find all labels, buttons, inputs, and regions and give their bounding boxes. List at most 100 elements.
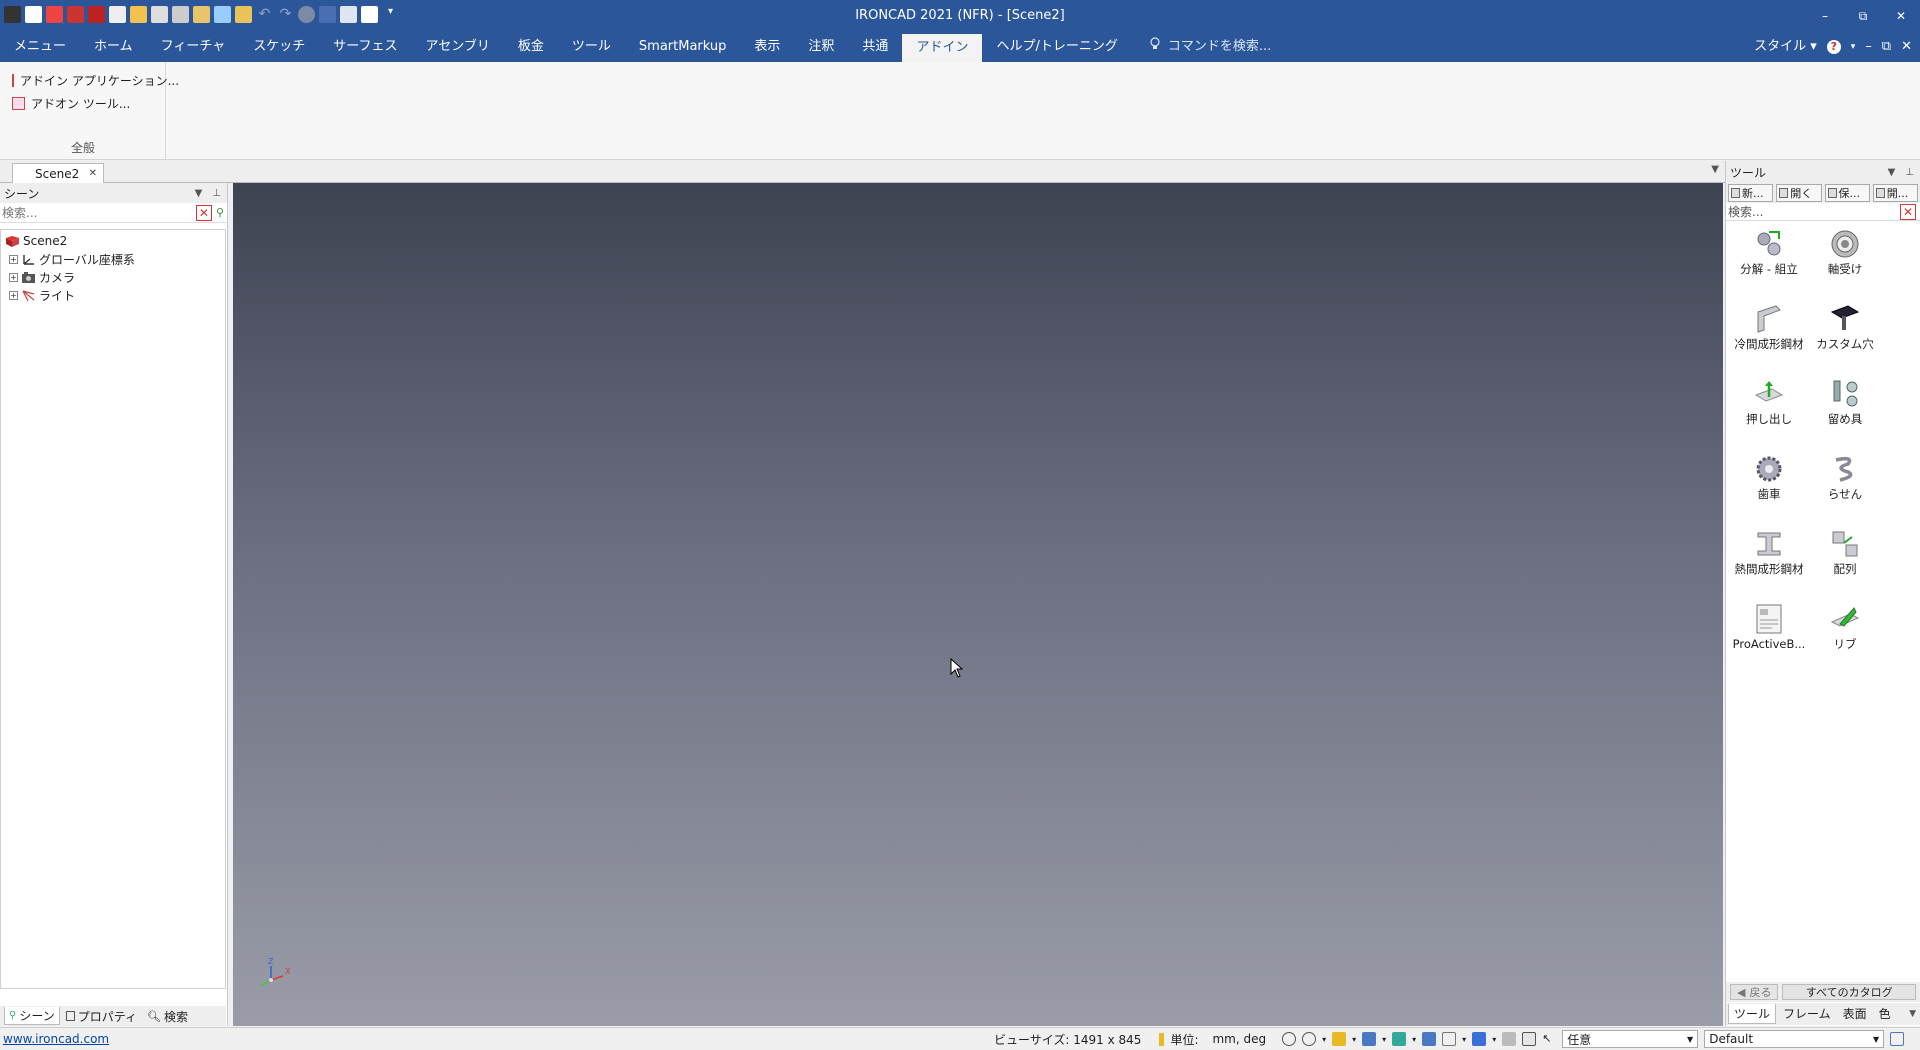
tab-surface[interactable]: サーフェス (319, 32, 411, 62)
help-dropdown-icon[interactable]: ▾ (1851, 32, 1856, 62)
scene-search-input[interactable] (0, 203, 196, 222)
document-tab-scene2[interactable]: Scene2 ✕ (12, 163, 104, 183)
tool-bearing[interactable]: 軸受け (1808, 227, 1882, 302)
back-button[interactable]: ◀ 戻る (1730, 984, 1779, 1000)
ribbon-right-controls: スタイル ▾ ? ▾ – ⧉ ✕ (1754, 32, 1912, 62)
minimize-button[interactable]: – (1806, 0, 1844, 32)
view-cube-dropdown-icon[interactable]: ▾ (1382, 1035, 1386, 1044)
pan-hand-icon[interactable] (1502, 1032, 1517, 1046)
style-menu[interactable]: スタイル ▾ (1754, 32, 1817, 62)
selection-filter-icon[interactable]: ↖ (1542, 1032, 1556, 1046)
tool-helix[interactable]: らせん (1808, 452, 1882, 527)
tool-cold-formed-steel[interactable]: 冷間成形鋼材 (1732, 302, 1806, 377)
measure-icon[interactable] (1442, 1032, 1457, 1046)
tab-sketch[interactable]: スケッチ (239, 32, 319, 62)
style-select[interactable]: Default ▼ (1704, 1030, 1885, 1048)
tool-gear[interactable]: 歯車 (1732, 452, 1806, 527)
tool-explode-assemble[interactable]: 分解 - 組立 (1732, 227, 1806, 302)
zoom-dropdown-icon[interactable]: ▾ (1322, 1035, 1326, 1044)
select-arrow-icon[interactable] (1522, 1032, 1537, 1046)
expand-icon[interactable]: + (9, 254, 18, 264)
view-cube-icon[interactable] (1362, 1032, 1377, 1046)
tool-fastener[interactable]: 留め具 (1808, 377, 1882, 452)
close-button[interactable]: ✕ (1882, 0, 1920, 32)
tab-home[interactable]: ホーム (80, 32, 147, 62)
catalog-toolbar: 新... 開く 保... 開... (1726, 183, 1920, 203)
axis-x-label: X (285, 967, 291, 976)
tree-node-global-coordinates[interactable]: + グローバル座標系 (1, 250, 225, 268)
tool-pattern[interactable]: 配列 (1808, 527, 1882, 602)
pin-icon[interactable]: ⊥ (212, 188, 221, 199)
zoom-icon[interactable] (1302, 1032, 1317, 1046)
addon-tools-button[interactable]: アドオン ツール... (0, 93, 165, 116)
measure-dropdown-icon[interactable]: ▾ (1462, 1035, 1466, 1044)
tab-list-dropdown-icon[interactable]: ▼ (1711, 164, 1719, 175)
help-icon[interactable]: ? (1826, 40, 1841, 54)
doc-minimize-button[interactable]: – (1865, 32, 1872, 62)
save-catalog-button[interactable]: 保... (1824, 184, 1870, 202)
tool-extrude[interactable]: 押し出し (1732, 377, 1806, 452)
triball-icon[interactable] (1392, 1032, 1407, 1046)
doc-close-button[interactable]: ✕ (1901, 32, 1912, 62)
tab-frame[interactable]: フレーム (1778, 1004, 1836, 1024)
tab-help-training[interactable]: ヘルプ/トレーニング (982, 32, 1131, 62)
pin-icon[interactable]: ⊥ (1905, 167, 1914, 178)
tree-node-light[interactable]: + ライト (1, 286, 225, 304)
tab-scene[interactable]: ⚲ シーン (4, 1007, 60, 1025)
open-other-button[interactable]: 開... (1872, 184, 1918, 202)
selection-mode-select[interactable]: 任意 ▼ (1562, 1030, 1699, 1048)
tool-hot-formed-steel[interactable]: 熱間成形鋼材 (1732, 527, 1806, 602)
tabs-dropdown-icon[interactable]: ▼ (1909, 1009, 1916, 1019)
tool-proactiveb[interactable]: ProActiveB... (1732, 602, 1806, 677)
clear-tools-search-icon[interactable]: ✕ (1900, 203, 1916, 220)
shading-icon[interactable] (1332, 1032, 1347, 1046)
tab-tools-catalog[interactable]: ツール (1728, 1004, 1777, 1024)
doc-restore-button[interactable]: ⧉ (1882, 32, 1891, 62)
triball-dropdown-icon[interactable]: ▾ (1412, 1035, 1416, 1044)
tab-addin[interactable]: アドイン (902, 32, 983, 62)
3d-viewport[interactable]: Z X (233, 183, 1723, 1026)
tab-menu[interactable]: メニュー (0, 32, 80, 62)
tool-rib[interactable]: リブ (1808, 602, 1882, 677)
tab-annotation[interactable]: 注釈 (794, 32, 848, 62)
expand-icon[interactable]: + (9, 272, 18, 282)
all-catalogs-button[interactable]: すべてのカタログ (1782, 984, 1916, 1000)
tab-properties[interactable]: プロパティ (62, 1007, 141, 1025)
tab-search[interactable]: 🔍︎ 検索 (143, 1007, 192, 1025)
tab-view[interactable]: 表示 (740, 32, 794, 62)
tab-sheet-metal[interactable]: 板金 (504, 32, 558, 62)
style-label: スタイル (1754, 39, 1807, 54)
tab-common[interactable]: 共通 (848, 32, 902, 62)
tab-feature[interactable]: フィーチャ (147, 32, 240, 62)
restore-button[interactable]: ⧉ (1844, 0, 1882, 32)
zoom-fit-icon[interactable] (1282, 1032, 1297, 1046)
open-catalog-icon (1779, 188, 1789, 198)
tools-search-bar[interactable]: 検索... ✕ (1726, 203, 1920, 221)
render-dropdown-icon[interactable]: ▾ (1492, 1035, 1496, 1044)
expand-icon[interactable]: + (9, 290, 18, 300)
close-tab-icon[interactable]: ✕ (89, 168, 97, 179)
tab-tools[interactable]: ツール (558, 32, 625, 62)
network-icon[interactable] (1890, 1032, 1905, 1046)
tab-smartmarkup[interactable]: SmartMarkup (625, 32, 740, 62)
clear-search-icon[interactable]: ✕ (195, 204, 212, 221)
open-catalog-button[interactable]: 開く (1776, 184, 1822, 202)
tree-node-scene2[interactable]: Scene2 (1, 232, 225, 250)
command-search[interactable]: コマンドを検索... (1150, 32, 1271, 62)
tab-surface-finish[interactable]: 表面 (1838, 1004, 1872, 1024)
panel-dropdown-icon[interactable]: ▼ (1888, 167, 1896, 178)
panel-dropdown-icon[interactable]: ▼ (195, 188, 203, 199)
tab-assembly[interactable]: アセンブリ (412, 32, 504, 62)
units-value[interactable]: mm, deg (1212, 1032, 1266, 1046)
tree-node-camera[interactable]: + カメラ (1, 268, 225, 286)
section-view-icon[interactable] (1422, 1032, 1437, 1046)
render-mode-icon[interactable] (1472, 1032, 1487, 1046)
tool-custom-hole[interactable]: カスタム穴 (1808, 302, 1882, 377)
shading-dropdown-icon[interactable]: ▾ (1352, 1035, 1356, 1044)
hot-formed-steel-icon (1757, 532, 1781, 556)
tab-color[interactable]: 色 (1874, 1004, 1896, 1024)
search-filter-icon[interactable]: ⚲ (216, 206, 224, 219)
addin-applications-button[interactable]: アドイン アプリケーション... (0, 68, 179, 93)
website-link[interactable]: www.ironcad.com (3, 1032, 109, 1046)
new-catalog-button[interactable]: 新... (1728, 184, 1774, 202)
